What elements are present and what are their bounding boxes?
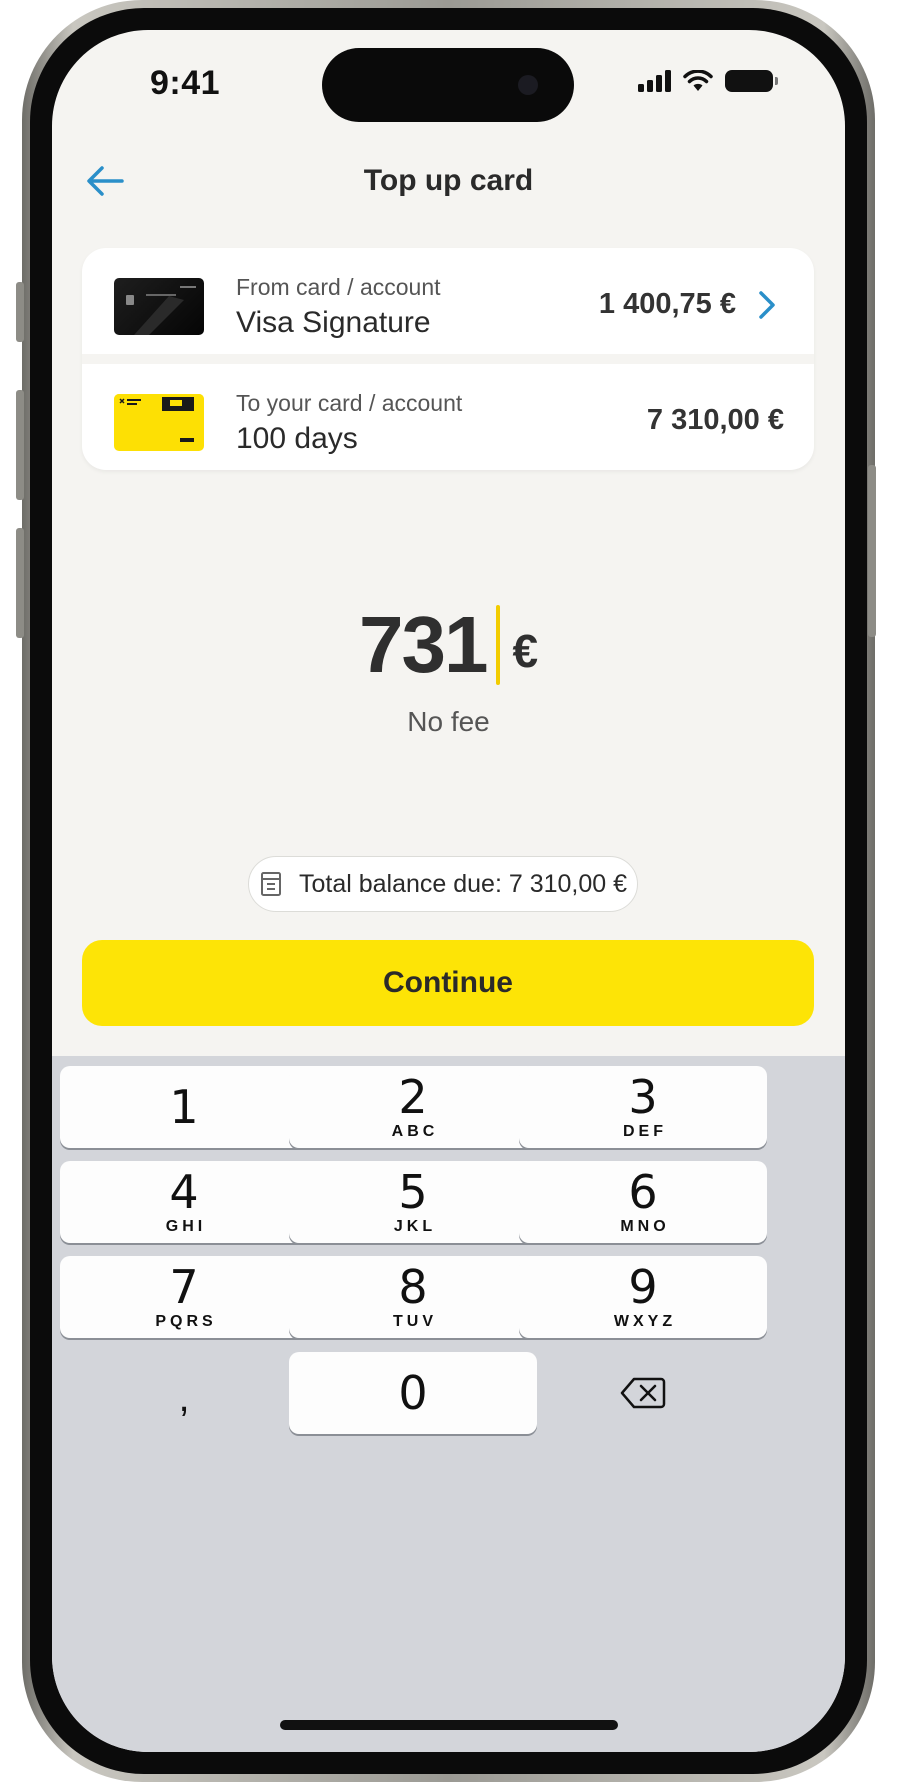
key-digit: 1: [169, 1080, 199, 1134]
home-indicator: [280, 1720, 618, 1730]
key-4[interactable]: 4 GHI: [60, 1161, 308, 1243]
from-account-row[interactable]: From card / account Visa Signature 1 400…: [82, 248, 814, 354]
numeric-keypad: 1 2 ABC 3 DEF 4 GHI 5 JKL 6 MNO 7 PQRS 8…: [52, 1056, 845, 1752]
key-5[interactable]: 5 JKL: [289, 1161, 537, 1243]
key-delete[interactable]: [519, 1352, 767, 1434]
key-9[interactable]: 9 WXYZ: [519, 1256, 767, 1338]
volume-up-button: [16, 390, 24, 500]
transfer-accounts-card: From card / account Visa Signature 1 400…: [82, 248, 814, 470]
key-digit: 6: [628, 1165, 658, 1219]
key-letters: ABC: [391, 1123, 439, 1140]
key-letters: GHI: [165, 1218, 207, 1235]
key-digit: 5: [398, 1165, 428, 1219]
key-8[interactable]: 8 TUV: [289, 1256, 537, 1338]
key-0[interactable]: 0: [289, 1352, 537, 1434]
to-account-name: 100 days: [236, 422, 358, 455]
key-2[interactable]: 2 ABC: [289, 1066, 537, 1148]
backspace-icon: [620, 1377, 666, 1409]
volume-down-button: [16, 528, 24, 638]
screen: 9:41 Top up card From card / account Vis…: [52, 30, 845, 1752]
amount-value: 731: [358, 600, 488, 689]
key-digit: 9: [628, 1260, 658, 1314]
from-account-balance: 1 400,75 €: [598, 288, 736, 320]
key-letters: WXYZ: [613, 1313, 677, 1330]
camera-icon: [518, 75, 538, 95]
fee-text: No fee: [407, 706, 490, 737]
power-button: [868, 465, 876, 637]
receipt-icon: [260, 872, 281, 896]
from-account-name: Visa Signature: [236, 306, 431, 339]
key-3[interactable]: 3 DEF: [519, 1066, 767, 1148]
key-digit: 4: [169, 1165, 199, 1219]
key-letters: JKL: [393, 1218, 437, 1235]
key-digit: 8: [398, 1260, 428, 1314]
key-letters: DEF: [623, 1123, 667, 1140]
dynamic-island: [322, 48, 574, 122]
amount-input[interactable]: 731 €: [52, 600, 845, 690]
total-balance-text: Total balance due: 7 310,00 €: [298, 869, 628, 898]
100-days-card-image: [114, 394, 204, 451]
key-letters: PQRS: [155, 1313, 217, 1330]
to-account-label: To your card / account: [236, 390, 463, 416]
text-cursor: [496, 605, 501, 685]
key-letters: MNO: [620, 1218, 670, 1235]
key-digit: 3: [628, 1070, 658, 1124]
key-digit: 0: [398, 1366, 428, 1420]
comma-glyph: ,: [178, 1375, 190, 1420]
status-time: 9:41: [150, 64, 221, 102]
status-icons: [638, 70, 778, 92]
key-7[interactable]: 7 PQRS: [60, 1256, 308, 1338]
amount-currency: €: [512, 625, 539, 677]
action-button: [16, 282, 24, 342]
wifi-icon: [683, 70, 713, 91]
from-account-label: From card / account: [236, 274, 441, 300]
page-title: Top up card: [363, 164, 534, 197]
chevron-right-icon[interactable]: [756, 288, 778, 322]
key-digit: 2: [398, 1070, 428, 1124]
key-comma[interactable]: ,: [60, 1352, 308, 1434]
total-balance-pill[interactable]: Total balance due: 7 310,00 €: [248, 856, 638, 912]
key-letters: TUV: [393, 1313, 437, 1330]
key-1[interactable]: 1: [60, 1066, 308, 1148]
battery-icon: [725, 70, 778, 92]
row-divider: [82, 354, 814, 364]
continue-button[interactable]: Continue: [82, 940, 814, 1026]
key-6[interactable]: 6 MNO: [519, 1161, 767, 1243]
to-account-row: To your card / account 100 days 7 310,00…: [82, 364, 814, 470]
key-digit: 7: [169, 1260, 199, 1314]
to-account-balance: 7 310,00 €: [646, 404, 784, 436]
visa-signature-card-image: [114, 278, 204, 335]
signal-icon: [638, 70, 671, 92]
